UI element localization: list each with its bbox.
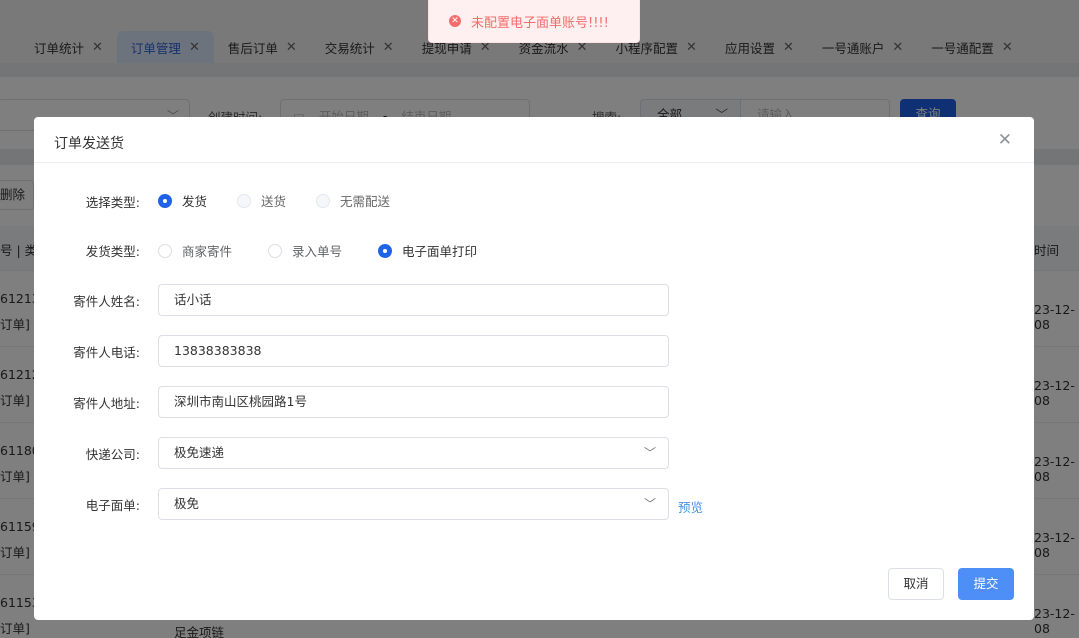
radio-dot (158, 243, 172, 258)
courier-label: 快递公司: (85, 447, 140, 462)
radio-label: 电子面单打印 (402, 244, 478, 259)
sender-phone-input[interactable]: 13838383838 (158, 335, 669, 367)
e-waybill-label: 电子面单: (85, 498, 140, 513)
e-waybill-select[interactable]: 极免 ﹀ (158, 488, 669, 520)
radio-dot (316, 193, 331, 208)
ship-order-dialog: 订单发送货 ✕ 选择类型: 发货 送货 无需配送 发货类型: 商家寄件 录入单号… (34, 117, 1034, 620)
radio-merchant-send[interactable]: 商家寄件 (158, 241, 232, 260)
close-icon[interactable]: ✕ (998, 130, 1012, 150)
error-circle-icon: ✕ (449, 15, 461, 27)
radio-no-delivery[interactable]: 无需配送 (316, 191, 390, 210)
radio-label: 送货 (261, 194, 287, 209)
radio-deliver[interactable]: 送货 (237, 191, 286, 210)
error-toast: ✕ 未配置电子面单账号!!!! (428, 0, 640, 43)
dialog-header: 订单发送货 ✕ (34, 117, 1034, 163)
radio-enter-tracking[interactable]: 录入单号 (268, 241, 342, 260)
sender-address-input[interactable]: 深圳市南山区桃园路1号 (158, 386, 669, 418)
toast-message: 未配置电子面单账号!!!! (471, 15, 609, 31)
sender-address-label: 寄件人地址: (73, 396, 140, 411)
radio-dot (378, 243, 393, 258)
radio-dot (268, 243, 283, 258)
dialog-title: 订单发送货 (54, 136, 124, 152)
radio-ship[interactable]: 发货 (158, 191, 207, 210)
sender-phone-label: 寄件人电话: (73, 345, 140, 360)
courier-select[interactable]: 极免速递 ﹀ (158, 437, 669, 469)
ship-type-group: 商家寄件 录入单号 电子面单打印 (158, 241, 507, 260)
radio-label: 发货 (182, 194, 208, 209)
radio-dot (237, 193, 252, 208)
radio-label: 录入单号 (292, 244, 343, 259)
select-type-group: 发货 送货 无需配送 (158, 191, 420, 210)
courier-value: 极免速递 (174, 445, 225, 460)
e-waybill-value: 极免 (174, 496, 200, 511)
sender-name-input[interactable]: 话小话 (158, 284, 669, 316)
chevron-down-icon: ﹀ (643, 497, 656, 511)
select-type-label: 选择类型: (85, 195, 140, 210)
chevron-down-icon: ﹀ (643, 446, 656, 460)
sender-name-label: 寄件人姓名: (73, 294, 140, 309)
cancel-button[interactable]: 取消 (888, 568, 944, 600)
ship-type-label: 发货类型: (85, 244, 140, 259)
submit-button[interactable]: 提交 (958, 568, 1014, 600)
preview-link[interactable]: 预览 (678, 497, 703, 516)
radio-dot (158, 193, 172, 208)
radio-e-waybill[interactable]: 电子面单打印 (378, 241, 477, 260)
radio-label: 无需配送 (340, 194, 391, 209)
radio-label: 商家寄件 (182, 244, 233, 259)
